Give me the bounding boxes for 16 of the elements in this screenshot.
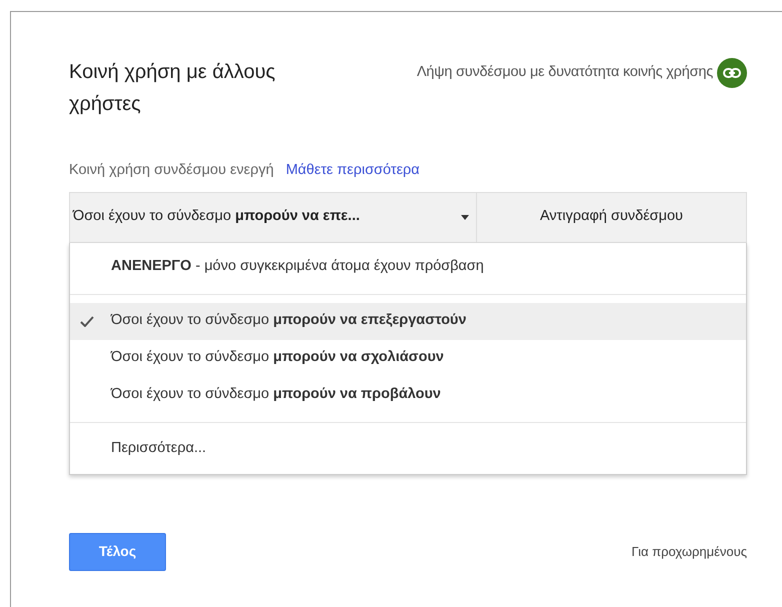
access-dropdown[interactable]: Όσοι έχουν το σύνδεσμο μπορούν να επε... <box>69 192 477 243</box>
get-link-label: Λήψη συνδέσμου με δυνατότητα κοινής χρήσης <box>416 63 713 82</box>
advanced-link[interactable]: Για προχωρημένους <box>631 542 747 562</box>
menu-item[interactable]: ΑΝΕΝΕΡΓΟ - μόνο συγκεκριμένα άτομα έχουν πρόσβαση <box>70 248 746 286</box>
caret-icon <box>461 214 469 220</box>
menu-item[interactable]: Όσοι έχουν το σύνδεσμο μπορούν να επεξεργαστούν <box>70 302 746 340</box>
link-sharing-status: Κοινή χρήση συνδέσμου ενεργή <box>69 161 274 180</box>
copy-link-button[interactable]: Αντιγραφή συνδέσμου <box>477 192 747 243</box>
dialog-title: Κοινή χρήση με άλλους χρήστες <box>69 60 276 117</box>
menu-item[interactable]: Όσοι έχουν το σύνδεσμο μπορούν να προβάλουν <box>70 376 746 414</box>
link-button[interactable] <box>717 58 747 88</box>
check-icon <box>80 316 94 327</box>
menu-item[interactable]: Όσοι έχουν το σύνδεσμο μπορούν να σχολιάσουν <box>70 340 746 377</box>
learn-more-link[interactable]: Μάθετε περισσότερα <box>286 160 420 182</box>
link-icon <box>723 68 741 78</box>
menu-item[interactable]: Περισσότερα... <box>70 430 746 468</box>
